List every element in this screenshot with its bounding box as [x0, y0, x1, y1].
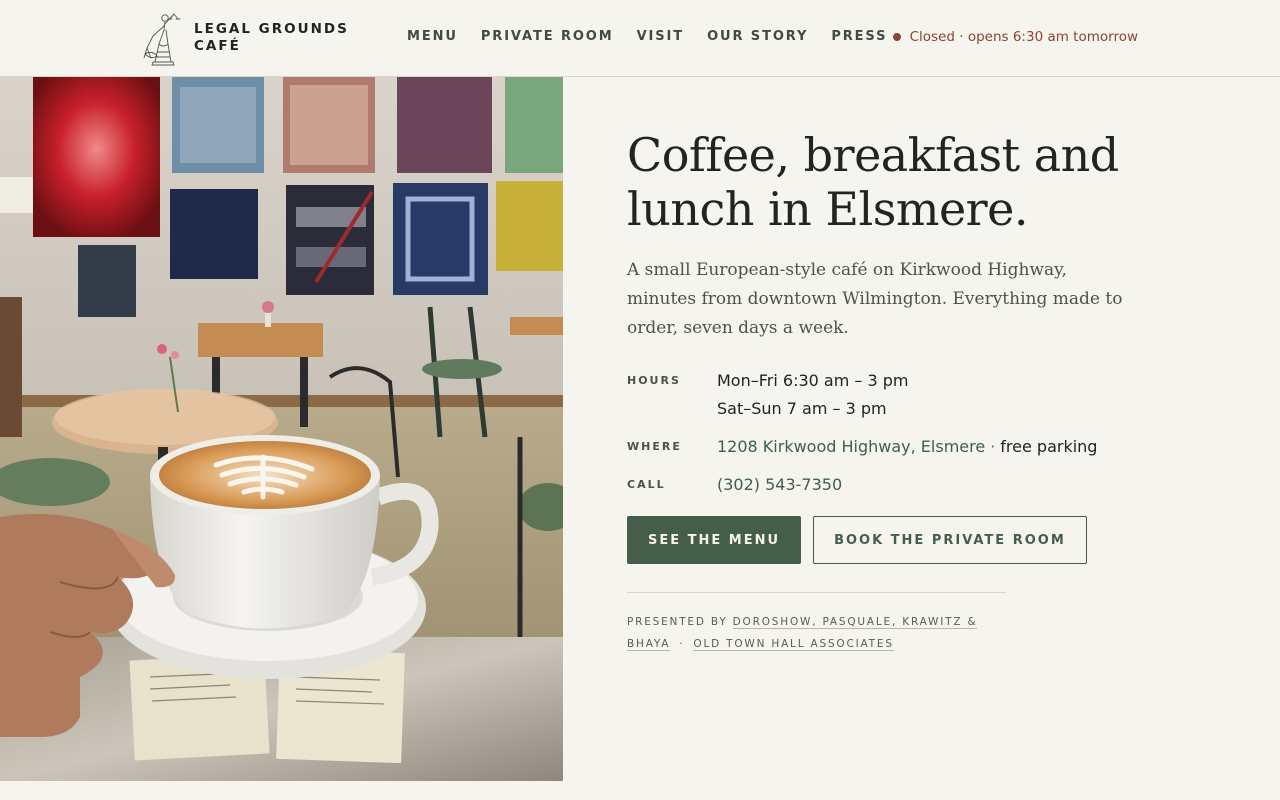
where-value: 1208 Kirkwood Highway, Elsmere · free park… — [717, 433, 1097, 461]
call-label: Call — [627, 478, 666, 491]
open-status: Closed · opens 6:30 am tomorrow — [892, 28, 1138, 46]
sponsor-link-old-town-hall[interactable]: Old Town Hall Associates — [693, 638, 894, 651]
hours-row: Hours Mon–Fri 6:30 am – 3 pm Sat–Sun 7 a… — [627, 367, 1147, 423]
cafe-info: Hours Mon–Fri 6:30 am – 3 pm Sat–Sun 7 a… — [627, 367, 1147, 499]
call-row: Call (302) 543-7350 — [627, 471, 1147, 499]
presented-by-label: Presented by — [627, 616, 728, 628]
hours-weekend: Sat–Sun 7 am – 3 pm — [717, 399, 887, 418]
brand-name-line2: Café — [194, 38, 241, 54]
call-value: (302) 543-7350 — [717, 471, 842, 499]
where-row: Where 1208 Kirkwood Highway, Elsmere · fre… — [627, 433, 1147, 461]
page-title-line1: Coffee, breakfast and — [627, 128, 1119, 182]
parking-note: free parking — [1000, 437, 1098, 456]
brand-logo-link[interactable]: Legal Grounds Café — [141, 10, 349, 66]
hours-value: Mon–Fri 6:30 am – 3 pm Sat–Sun 7 am – 3 … — [717, 367, 908, 423]
brand-name: Legal Grounds Café — [194, 21, 349, 55]
hours-weekday: Mon–Fri 6:30 am – 3 pm — [717, 371, 909, 390]
site-header: Legal Grounds Café Menu Private Room Vis… — [0, 0, 1280, 77]
nav-item-visit[interactable]: Visit — [637, 28, 684, 46]
presented-by: Presented by Doroshow, Pasquale, Krawitz… — [627, 592, 1006, 655]
brand-name-line1: Legal Grounds — [194, 21, 349, 37]
hero-description: A small European-style café on Kirkwood … — [627, 260, 1123, 338]
address-link[interactable]: 1208 Kirkwood Highway, Elsmere — [717, 437, 985, 456]
main-nav: Menu Private Room Visit Our Story Press — [407, 28, 887, 46]
open-status-text: Closed · opens 6:30 am tomorrow — [909, 29, 1138, 45]
see-menu-button[interactable]: See the Menu — [627, 516, 802, 564]
sponsor-separator: · — [679, 638, 685, 650]
status-dot-icon — [892, 33, 901, 41]
nav-item-menu[interactable]: Menu — [407, 28, 458, 46]
hours-label: Hours — [627, 374, 681, 387]
page-title-line2: lunch in Elsmere. — [627, 182, 1029, 236]
book-private-room-button[interactable]: Book the Private Room — [813, 516, 1087, 564]
cafe-latte-photo — [0, 77, 563, 781]
nav-item-press[interactable]: Press — [831, 28, 887, 46]
hero-actions: See the Menu Book the Private Room — [627, 516, 1147, 564]
hero-content: Coffee, breakfast and lunch in Elsmere. … — [627, 128, 1147, 655]
nav-item-private-room[interactable]: Private Room — [481, 28, 614, 46]
lady-justice-icon — [143, 13, 181, 66]
page-title: Coffee, breakfast and lunch in Elsmere. — [627, 128, 1147, 236]
address-separator: · — [990, 437, 996, 456]
nav-item-our-story[interactable]: Our Story — [707, 28, 808, 46]
where-label: Where — [627, 440, 682, 453]
hero-photo — [0, 77, 563, 781]
phone-link[interactable]: (302) 543-7350 — [717, 475, 842, 494]
